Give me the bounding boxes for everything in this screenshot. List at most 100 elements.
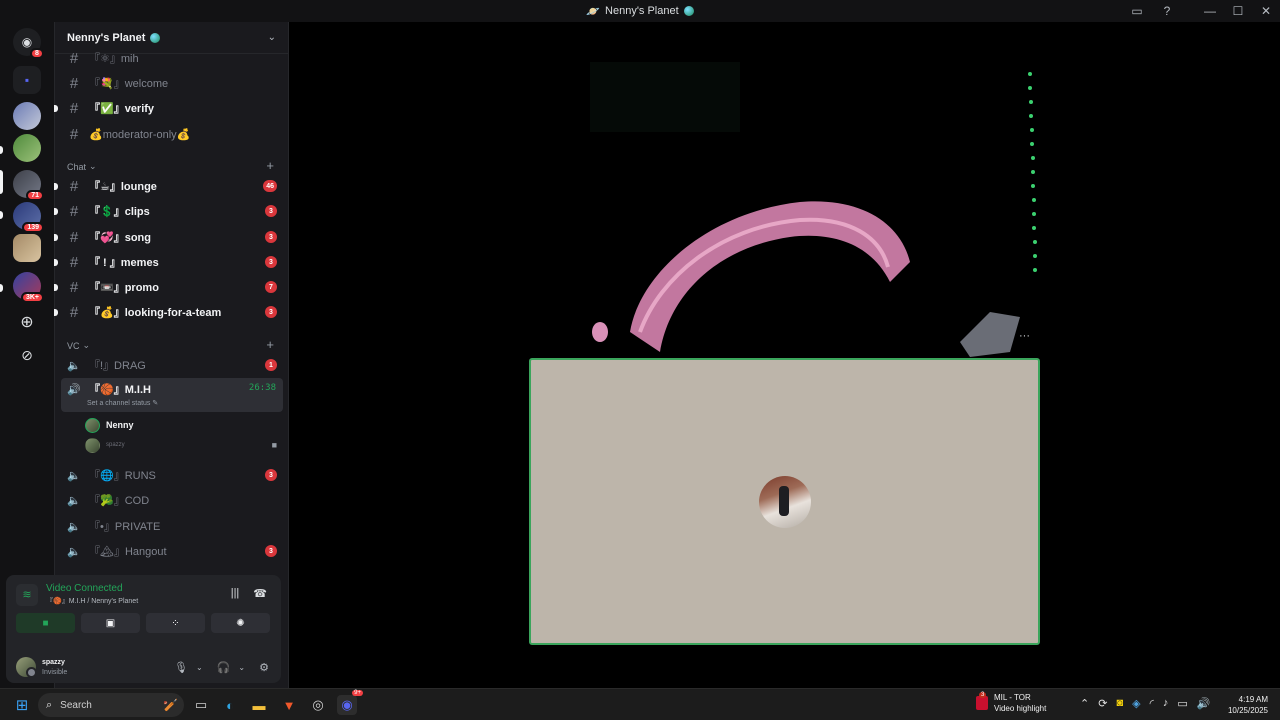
voice-channel-mih-active[interactable]: 🔊 『🏀』M.I.H 26:38 Set a channel status ✎ [61, 378, 283, 412]
globe-icon [150, 32, 161, 43]
microphone-tray-icon[interactable]: ♪ [1163, 697, 1169, 710]
headphones-icon[interactable]: 🎧 [217, 661, 231, 674]
folder-icon: ▪ [24, 73, 30, 87]
taskbar-search[interactable]: ⌕ Search 🏏 [38, 693, 184, 717]
chevron-up-icon[interactable]: ⌃ [1080, 697, 1089, 710]
video-stage: ··· [290, 22, 1280, 688]
screen-share-icon: ▣ [105, 617, 116, 629]
server-icon-3[interactable]: 71 [13, 170, 44, 201]
create-channel-button[interactable]: + [266, 158, 274, 173]
system-tray: ⌃ ⟳ ◙ ◈ ◜ ♪ ▭ 🔊 [1080, 697, 1210, 710]
avatar [85, 417, 100, 433]
user-area: spazzy Invisible 🎙 ⌄ 🎧 ⌄ ⚙ [6, 651, 281, 683]
server-icon-4[interactable]: 139 [13, 202, 44, 233]
channel-song[interactable]: # 『💞』song 3 [54, 225, 283, 249]
channel-looking-for-a-team[interactable]: # 『💰』looking-for-a-team 3 [54, 300, 283, 324]
explore-button[interactable]: ⊘ [13, 341, 41, 369]
channel-mih[interactable]: # 『⚛』mih [61, 46, 283, 70]
channel-lounge[interactable]: # 『☕』lounge 46 [54, 174, 283, 198]
screen-share-button[interactable]: ▣ [81, 613, 140, 633]
chevron-down-icon[interactable]: ⌄ [238, 663, 245, 672]
microphone-icon[interactable]: 🎙 [174, 661, 188, 674]
server-icon-5[interactable] [13, 234, 41, 262]
server-icon-6[interactable]: 3K+ [13, 272, 44, 303]
voice-connection-status[interactable]: ≋ Video Connected 『🏀』M.I.H / Nenny's Pla… [16, 583, 138, 606]
server-name: Nenny's Planet [67, 31, 146, 44]
voice-user-nenny[interactable]: Nenny [85, 415, 134, 435]
task-view-icon[interactable]: ▭ [191, 695, 211, 715]
plus-icon: ⊕ [20, 314, 34, 331]
mention-badge: 7 [265, 281, 277, 293]
voice-channel-runs[interactable]: 🔈 『🌐』RUNS 3 [61, 463, 283, 487]
channel-welcome[interactable]: # 『💐』welcome [61, 71, 283, 95]
user-video-tile[interactable] [529, 358, 1040, 645]
camera-button[interactable]: ■ [16, 613, 75, 633]
wifi-icon[interactable]: ◜ [1150, 697, 1154, 710]
edge-browser-icon[interactable]: ◐ [220, 695, 240, 715]
direct-messages-button[interactable]: ▪ [13, 66, 41, 94]
unread-indicator [54, 207, 58, 215]
voice-channel-cod[interactable]: 🔈 『🥦』COD [61, 488, 283, 512]
discord-home-button[interactable]: ◉ 8 [13, 28, 44, 59]
more-options-icon[interactable]: ··· [1019, 330, 1030, 342]
voice-channel-private[interactable]: 🔈 『•』PRIVATE [61, 514, 283, 538]
dark-panel [590, 62, 740, 132]
volume-icon[interactable]: 🔊 [1197, 697, 1211, 710]
noise-suppression-icon[interactable]: ||| [231, 587, 240, 600]
call-timer: 26:38 [248, 383, 276, 393]
display-icon[interactable]: ▭ [1177, 697, 1187, 710]
voice-channel-hangout[interactable]: 🔈 『🏔』Hangout 3 [61, 539, 283, 563]
hash-icon: # [69, 303, 79, 321]
unread-indicator [54, 258, 58, 266]
user-presence: Invisible [42, 668, 68, 676]
speaker-icon: 🔈 [67, 545, 81, 558]
channel-clips[interactable]: # 『💲』clips 3 [54, 199, 283, 223]
start-button[interactable]: ⊞ [12, 695, 32, 715]
create-voice-channel-button[interactable]: + [266, 337, 274, 352]
tile-avatar [759, 476, 811, 528]
user-avatar[interactable] [16, 657, 37, 678]
stream-video[interactable] [570, 62, 1040, 362]
file-explorer-icon[interactable]: ▬ [249, 695, 269, 715]
voice-user-spazzy[interactable]: spazzy ■ [85, 435, 281, 455]
category-vc[interactable]: VC ⌄ [67, 340, 90, 351]
channel-promo[interactable]: # 『📼』promo 7 [54, 275, 283, 299]
network-app-icon[interactable]: ◈ [1132, 697, 1140, 710]
disconnect-icon[interactable]: ☎ [253, 587, 267, 600]
soundboard-button[interactable]: ✺ [211, 613, 270, 633]
inbox-icon[interactable]: ▭ [1122, 0, 1152, 22]
channel-verify[interactable]: # 『✅』verify [54, 96, 283, 120]
window-titlebar: 🪐 Nenny's Planet ▭ ? — ☐ ✕ [0, 0, 1280, 22]
add-server-button[interactable]: ⊕ [13, 308, 41, 336]
channel-moderator-only[interactable]: # 💰moderator-only💰 [61, 122, 283, 146]
minimize-button[interactable]: — [1196, 0, 1224, 22]
activities-button[interactable]: ⁘ [146, 613, 205, 633]
speaker-locked-icon: 🔈 [67, 520, 81, 533]
server-icon-1[interactable] [13, 102, 41, 130]
close-button[interactable]: ✕ [1252, 0, 1280, 22]
obs-icon[interactable]: ◎ [308, 695, 328, 715]
unread-indicator [54, 233, 58, 241]
discord-badge: 9+ [352, 690, 363, 696]
discord-taskbar-icon[interactable]: ◉ 9+ [337, 690, 363, 715]
unread-indicator [54, 308, 58, 316]
maximize-button[interactable]: ☐ [1224, 0, 1252, 22]
help-icon[interactable]: ? [1152, 0, 1182, 22]
camera-icon: ■ [271, 440, 277, 450]
hash-icon: # [69, 49, 79, 67]
voice-channel-drag[interactable]: 🔈 『!』DRAG 1 [61, 353, 283, 377]
category-chat[interactable]: Chat ⌄ [67, 161, 97, 172]
chevron-down-icon[interactable]: ⌄ [268, 32, 276, 43]
set-channel-status[interactable]: Set a channel status ✎ [87, 399, 158, 407]
sync-icon[interactable]: ⟳ [1098, 697, 1107, 710]
news-widget[interactable]: 3 MIL - TOR Video highlight [976, 692, 1046, 713]
globe-icon [683, 6, 694, 16]
norton-icon[interactable]: ◙ [1116, 697, 1123, 710]
brave-browser-icon[interactable]: ▼ [279, 695, 299, 715]
settings-gear-icon[interactable]: ⚙ [259, 661, 269, 674]
channel-memes[interactable]: # 『 ! 』memes 3 [54, 250, 283, 274]
mention-badge: 3 [265, 545, 277, 557]
system-clock[interactable]: 4:19 AM 10/25/2025 [1228, 694, 1268, 716]
chevron-down-icon[interactable]: ⌄ [196, 663, 203, 672]
server-icon-2[interactable] [13, 134, 41, 162]
